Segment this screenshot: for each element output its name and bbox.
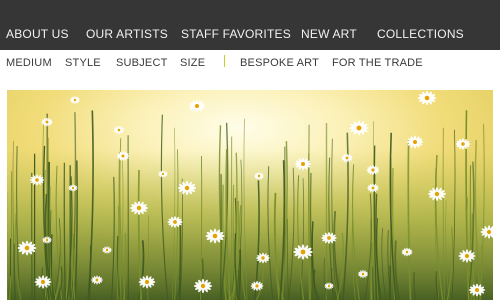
filter-medium[interactable]: MEDIUM	[6, 57, 52, 69]
filter-subject[interactable]: SUBJECT	[116, 57, 168, 69]
nav-item-about-us[interactable]: ABOUT US	[6, 27, 69, 41]
nav-item-staff-favorites[interactable]: STAFF FAVORITES	[181, 27, 291, 41]
sub-navigation-divider	[224, 55, 225, 67]
hero-banner-image[interactable]	[7, 90, 493, 300]
nav-item-collections[interactable]: COLLECTIONS	[377, 27, 464, 41]
top-navigation-bar	[0, 0, 500, 50]
for-the-trade-link[interactable]: FOR THE TRADE	[332, 57, 423, 69]
sub-navigation: MEDIUM STYLE SUBJECT SIZE BESPOKE ART FO…	[0, 50, 500, 90]
filter-size[interactable]: SIZE	[180, 57, 205, 69]
meadow-grass	[7, 150, 493, 300]
bespoke-art-link[interactable]: BESPOKE ART	[240, 57, 319, 69]
filter-style[interactable]: STYLE	[65, 57, 101, 69]
daisy-painting	[7, 90, 493, 300]
nav-item-our-artists[interactable]: OUR ARTISTS	[86, 27, 168, 41]
nav-item-new-art[interactable]: NEW ART	[301, 27, 357, 41]
